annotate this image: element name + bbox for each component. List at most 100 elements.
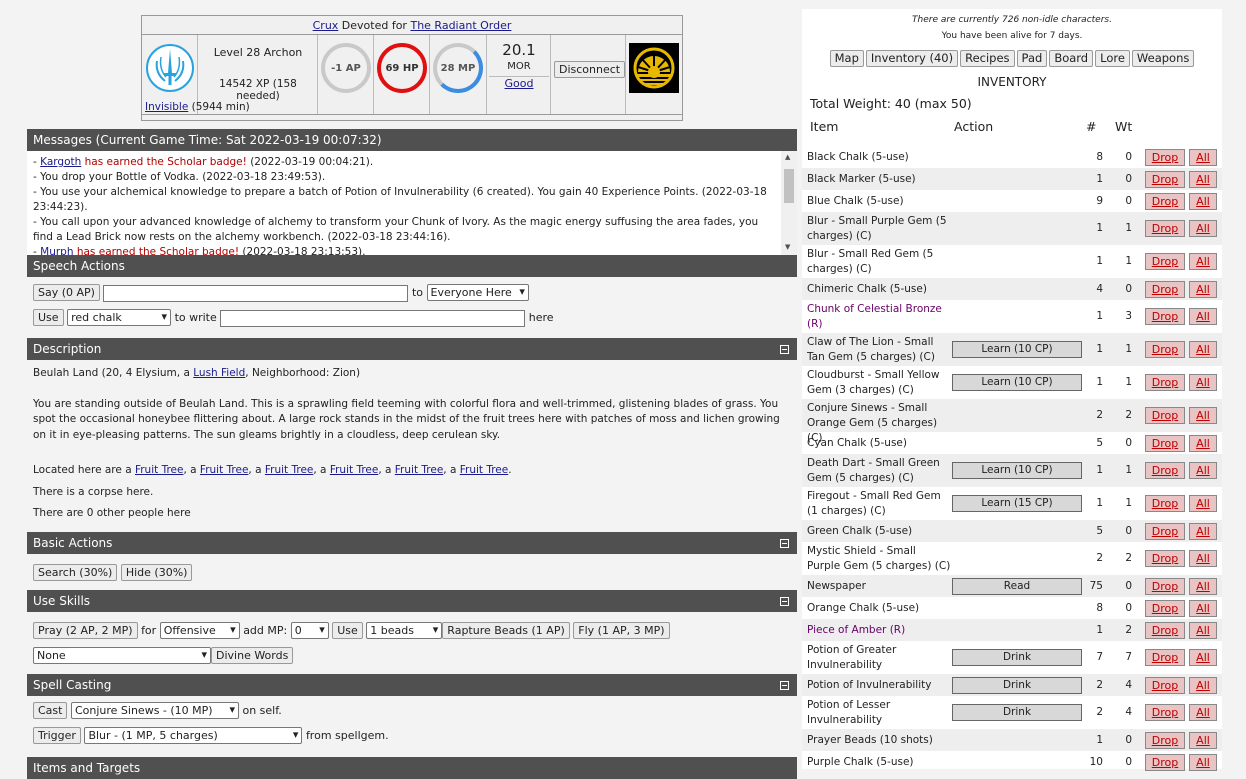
drop-all-button[interactable]: All xyxy=(1189,462,1217,479)
drop-all-button[interactable]: All xyxy=(1189,753,1217,771)
drop-button[interactable]: Drop xyxy=(1145,462,1185,479)
fruit-tree-link[interactable]: Fruit Tree xyxy=(135,464,184,476)
tab-pad[interactable]: Pad xyxy=(1016,50,1048,67)
drop-all-button[interactable]: All xyxy=(1189,577,1217,595)
spellgem-select[interactable]: Blur - (1 MP, 5 charges) xyxy=(84,727,303,744)
drop-all-button[interactable]: All xyxy=(1189,649,1217,666)
pray-mode-select[interactable]: Offensive xyxy=(159,622,240,639)
drop-all-button[interactable]: All xyxy=(1189,434,1217,452)
character-name-link[interactable]: Crux xyxy=(313,19,339,32)
morality-link[interactable]: Good xyxy=(487,77,551,90)
drop-all-button[interactable]: All xyxy=(1189,522,1217,540)
fruit-tree-link[interactable]: Fruit Tree xyxy=(200,464,249,476)
use-writing-button[interactable]: Use xyxy=(33,309,64,326)
drop-button[interactable]: Drop xyxy=(1145,374,1185,391)
drop-button[interactable]: Drop xyxy=(1145,148,1185,166)
drop-all-button[interactable]: All xyxy=(1189,308,1217,325)
drop-all-button[interactable]: All xyxy=(1189,621,1217,639)
drop-button[interactable]: Drop xyxy=(1145,170,1185,188)
beads-select[interactable]: 1 beads xyxy=(366,622,443,639)
drop-button[interactable]: Drop xyxy=(1145,341,1185,358)
player-link[interactable]: Kargoth xyxy=(40,156,81,168)
drop-all-button[interactable]: All xyxy=(1189,192,1217,210)
write-input[interactable] xyxy=(220,309,526,327)
drop-button[interactable]: Drop xyxy=(1145,621,1185,639)
tab-board[interactable]: Board xyxy=(1049,50,1094,67)
terrain-link[interactable]: Lush Field xyxy=(193,367,245,379)
drop-button[interactable]: Drop xyxy=(1145,731,1185,749)
fruit-tree-link[interactable]: Fruit Tree xyxy=(460,464,509,476)
writing-tool-select[interactable]: red chalk xyxy=(67,309,172,326)
drop-button[interactable]: Drop xyxy=(1145,253,1185,270)
drop-button[interactable]: Drop xyxy=(1145,495,1185,512)
messages-scrollbar[interactable]: ▲ ▼ xyxy=(781,151,797,257)
pray-button[interactable]: Pray (2 AP, 2 MP) xyxy=(33,622,138,639)
scroll-thumb[interactable] xyxy=(784,169,794,203)
drop-button[interactable]: Drop xyxy=(1145,192,1185,210)
divine-target-select[interactable]: None xyxy=(33,647,211,664)
drop-button[interactable]: Drop xyxy=(1145,308,1185,325)
fly-button[interactable]: Fly (1 AP, 3 MP) xyxy=(573,622,670,639)
drop-all-button[interactable]: All xyxy=(1189,550,1217,567)
drop-button[interactable]: Drop xyxy=(1145,676,1185,694)
drop-button[interactable]: Drop xyxy=(1145,280,1185,298)
fruit-tree-link[interactable]: Fruit Tree xyxy=(265,464,314,476)
collapse-icon[interactable] xyxy=(780,681,789,690)
drop-button[interactable]: Drop xyxy=(1145,434,1185,452)
use-beads-button[interactable]: Use xyxy=(332,622,363,639)
add-mp-select[interactable]: 0 xyxy=(290,622,329,639)
scroll-up-icon[interactable]: ▲ xyxy=(785,153,790,161)
drop-all-button[interactable]: All xyxy=(1189,704,1217,721)
drop-button[interactable]: Drop xyxy=(1145,704,1185,721)
drop-all-button[interactable]: All xyxy=(1189,495,1217,512)
drop-all-button[interactable]: All xyxy=(1189,731,1217,749)
drop-all-button[interactable]: All xyxy=(1189,599,1217,617)
say-target-select[interactable]: Everyone Here xyxy=(426,284,529,301)
hide-button[interactable]: Hide (30%) xyxy=(120,564,193,581)
tab-weapons[interactable]: Weapons xyxy=(1131,50,1195,67)
say-input[interactable] xyxy=(103,284,409,302)
tab-lore[interactable]: Lore xyxy=(1095,50,1130,67)
drop-button[interactable]: Drop xyxy=(1145,753,1185,771)
drop-all-button[interactable]: All xyxy=(1189,280,1217,298)
spell-select[interactable]: Conjure Sinews - (10 MP) xyxy=(70,702,239,719)
item-action-button[interactable]: Drink xyxy=(952,649,1082,666)
collapse-icon[interactable] xyxy=(780,597,789,606)
cast-button[interactable]: Cast xyxy=(33,702,68,719)
fruit-tree-link[interactable]: Fruit Tree xyxy=(330,464,379,476)
drop-all-button[interactable]: All xyxy=(1189,676,1217,694)
item-action-button[interactable]: Learn (10 CP) xyxy=(952,462,1082,479)
drop-all-button[interactable]: All xyxy=(1189,341,1217,358)
collapse-icon[interactable] xyxy=(780,345,789,354)
drop-button[interactable]: Drop xyxy=(1145,407,1185,424)
drop-all-button[interactable]: All xyxy=(1189,170,1217,188)
drop-button[interactable]: Drop xyxy=(1145,550,1185,567)
tab-recipes[interactable]: Recipes xyxy=(960,50,1015,67)
item-action-button[interactable]: Learn (10 CP) xyxy=(952,341,1082,358)
drop-button[interactable]: Drop xyxy=(1145,522,1185,540)
trigger-button[interactable]: Trigger xyxy=(33,727,81,744)
item-action-button[interactable]: Learn (10 CP) xyxy=(952,374,1082,391)
tab-inventory[interactable]: Inventory (40) xyxy=(865,50,959,67)
invisible-link[interactable]: Invisible xyxy=(145,101,188,113)
divine-words-button[interactable]: Divine Words xyxy=(211,647,294,664)
rapture-beads-button[interactable]: Rapture Beads (1 AP) xyxy=(442,622,570,639)
drop-button[interactable]: Drop xyxy=(1145,599,1185,617)
faction-link[interactable]: The Radiant Order xyxy=(410,19,511,32)
drop-all-button[interactable]: All xyxy=(1189,220,1217,237)
drop-button[interactable]: Drop xyxy=(1145,649,1185,666)
say-button[interactable]: Say (0 AP) xyxy=(33,284,100,301)
item-action-button[interactable]: Drink xyxy=(952,704,1082,721)
item-action-button[interactable]: Read xyxy=(952,577,1082,595)
tab-map[interactable]: Map xyxy=(829,50,864,67)
drop-button[interactable]: Drop xyxy=(1145,220,1185,237)
item-action-button[interactable]: Learn (15 CP) xyxy=(952,495,1082,512)
item-action-button[interactable]: Drink xyxy=(952,676,1082,694)
drop-button[interactable]: Drop xyxy=(1145,577,1185,595)
scroll-down-icon[interactable]: ▼ xyxy=(785,243,790,251)
drop-all-button[interactable]: All xyxy=(1189,374,1217,391)
drop-all-button[interactable]: All xyxy=(1189,407,1217,424)
search-button[interactable]: Search (30%) xyxy=(33,564,118,581)
disconnect-button[interactable]: Disconnect xyxy=(554,61,626,78)
drop-all-button[interactable]: All xyxy=(1189,148,1217,166)
